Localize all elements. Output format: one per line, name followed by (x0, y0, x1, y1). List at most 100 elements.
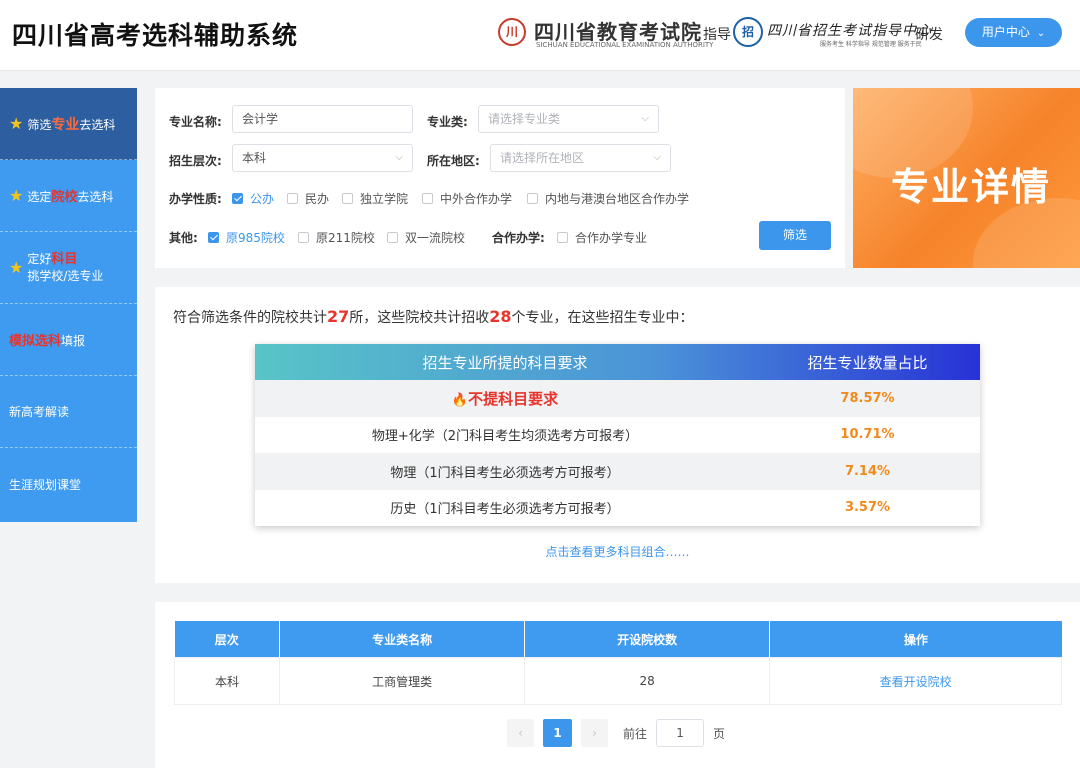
next-page-button[interactable]: › (581, 719, 608, 747)
cell-class-name: 工商管理类 (279, 657, 526, 705)
sidebar-item-filter-major[interactable]: ★ 筛选专业去选科 (0, 88, 137, 160)
header-subject: 招生专业所提的科目要求 (422, 353, 588, 372)
result-panel: 符合筛选条件的院校共计27所，这些院校共计招收28个专业，在这些招生专业中： 招… (155, 287, 1080, 583)
goto-label: 前往 (623, 726, 648, 741)
other-label: 其他: (169, 231, 198, 245)
checkbox-icon (557, 232, 568, 243)
header: 四川省高考选科辅助系统 川 四川省教育考试院 SICHUAN EDUCATION… (0, 0, 1080, 71)
table-row: 🔥不提科目要求 78.57% (255, 380, 980, 417)
nature-option-public[interactable]: 公办 (232, 190, 274, 207)
checkbox-icon (422, 193, 433, 204)
user-center-button[interactable]: 用户中心 ⌄ (965, 18, 1062, 47)
star-icon: ★ (9, 114, 24, 133)
nature-label: 办学性质: (169, 192, 222, 206)
requirement-subject: 不提科目要求 (468, 389, 559, 408)
prev-page-button[interactable]: ‹ (507, 719, 534, 747)
cell-school-count: 28 (524, 657, 771, 705)
goto-page-input[interactable]: 1 (656, 719, 705, 747)
requirement-ratio: 10.71% (840, 427, 895, 443)
level-select[interactable]: 本科 ⌵ (232, 144, 413, 172)
other-option-double-first-class[interactable]: 双一流院校 (387, 229, 465, 246)
column-header-level: 层次 (174, 621, 281, 658)
guidance-center-name: 四川省招生考试指导中心 (767, 23, 932, 39)
other-option-211[interactable]: 原211院校 (298, 229, 375, 246)
level-label: 招生层次: (169, 154, 222, 168)
requirement-ratio: 3.57% (844, 500, 891, 516)
table-row: 历史（1门科目考生必须选考方可报考） 3.57% (255, 490, 980, 527)
subject-requirement-header: 招生专业所提的科目要求 招生专业数量占比 (255, 344, 980, 380)
cell-level: 本科 (173, 657, 281, 705)
guide-text: 指导 (703, 27, 731, 43)
checkbox-icon (342, 193, 353, 204)
sidebar-item-label: 选定院校去选科 (27, 190, 114, 205)
page-unit-label: 页 (713, 726, 726, 741)
requirement-ratio: 7.14% (844, 463, 891, 479)
star-icon: ★ (9, 186, 24, 205)
filter-panel: 专业名称: 会计学 专业类: 请选择专业类 ⌵ 招生层次: 本科 ⌵ 所在地区:… (155, 88, 845, 268)
pagination: ‹ 1 › 前往 1 页 (507, 719, 725, 747)
nature-option-sino-foreign[interactable]: 中外合作办学 (422, 190, 512, 207)
nature-option-private[interactable]: 民办 (287, 190, 329, 207)
column-header-action: 操作 (769, 621, 1062, 658)
major-list-panel: 层次 专业类名称 开设院校数 操作 本科 工商管理类 28 查看开设院校 ‹ 1… (155, 602, 1080, 768)
sidebar-item-choose-school[interactable]: ★ 选定院校去选科 (0, 160, 137, 232)
school-count: 27 (327, 307, 350, 326)
coop-label: 合作办学: (492, 231, 545, 245)
region-select[interactable]: 请选择所在地区 ⌵ (490, 144, 671, 172)
major-name-input[interactable]: 会计学 (232, 105, 413, 133)
requirement-subject: 物理+化学（2门科目考生均须选考方可报考） (371, 429, 639, 445)
sidebar-item-choose-subjects[interactable]: ★ 定好科目 挑学校/选专业 (0, 232, 137, 304)
checkbox-icon (527, 193, 538, 204)
column-header-school-count: 开设院校数 (524, 621, 771, 658)
develop-text: 研发 (915, 27, 943, 43)
sidebar-item-label: 筛选专业去选科 (27, 116, 116, 133)
sidebar-item-new-gaokao[interactable]: 新高考解读 (0, 376, 137, 448)
major-count: 28 (489, 307, 512, 326)
header-ratio: 招生专业数量占比 (807, 353, 928, 372)
sidebar-item-label: 生涯规划课堂 (9, 477, 82, 492)
fire-icon: 🔥 (451, 392, 469, 408)
chevron-down-icon: ⌵ (395, 152, 403, 163)
app-title: 四川省高考选科辅助系统 (12, 21, 299, 50)
sidebar-item-label: 新高考解读 (9, 405, 70, 419)
checkbox-checked-icon (208, 232, 219, 243)
sidebar-item-label: 模拟选科填报 (9, 334, 86, 349)
user-center-label: 用户中心 (981, 25, 1030, 39)
region-label: 所在地区: (427, 154, 480, 168)
checkbox-icon (287, 193, 298, 204)
subject-requirement-table: 招生专业所提的科目要求 招生专业数量占比 🔥不提科目要求 78.57% 物理+化… (255, 344, 980, 526)
sidebar-item-career[interactable]: 生涯规划课堂 (0, 448, 137, 520)
major-name-label: 专业名称: (169, 115, 222, 129)
nature-option-hk-macau-tw[interactable]: 内地与港澳台地区合作办学 (527, 190, 689, 207)
major-class-label: 专业类: (427, 115, 468, 129)
major-class-select[interactable]: 请选择专业类 ⌵ (478, 105, 659, 133)
column-header-class-name: 专业类名称 (279, 621, 526, 658)
banner-title: 专业详情 (891, 165, 1052, 209)
page-number-current[interactable]: 1 (543, 719, 572, 747)
checkbox-icon (298, 232, 309, 243)
sidebar-item-label: 定好科目 挑学校/选专业 (27, 252, 104, 283)
more-combinations-link[interactable]: 点击查看更多科目组合…… (155, 543, 1080, 560)
checkbox-checked-icon (232, 193, 243, 204)
other-option-985[interactable]: 原985院校 (208, 229, 285, 246)
filter-submit-button[interactable]: 筛选 (759, 221, 831, 250)
checkbox-icon (387, 232, 398, 243)
guidance-center-logo-icon: 招 (733, 17, 763, 47)
exam-authority-english-name: SICHUAN EDUCATIONAL EXAMINATION AUTHORIT… (536, 41, 714, 49)
result-summary: 符合筛选条件的院校共计27所，这些院校共计招收28个专业，在这些招生专业中： (173, 307, 694, 326)
sidebar-item-mock-fill[interactable]: 模拟选科填报 (0, 304, 137, 376)
table-row: 本科 工商管理类 28 查看开设院校 (173, 657, 1062, 705)
view-schools-link[interactable]: 查看开设院校 (769, 657, 1062, 705)
exam-authority-logo-icon: 川 (498, 18, 526, 46)
table-header-row: 层次 专业类名称 开设院校数 操作 (174, 621, 1062, 658)
coop-option-major[interactable]: 合作办学专业 (557, 229, 647, 246)
requirement-ratio: 78.57% (840, 390, 895, 406)
major-list-table: 层次 专业类名称 开设院校数 操作 本科 工商管理类 28 查看开设院校 (173, 621, 1062, 705)
table-row: 物理（1门科目考生必须选考方可报考） 7.14% (255, 453, 980, 490)
sidebar: ★ 筛选专业去选科 ★ 选定院校去选科 ★ 定好科目 挑学校/选专业 模拟选科填… (0, 88, 137, 522)
requirement-subject: 物理（1门科目考生必须选考方可报考） (390, 465, 620, 481)
chevron-down-icon: ⌵ (653, 152, 661, 163)
major-detail-banner[interactable]: 专业详情 (853, 88, 1080, 268)
nature-option-independent[interactable]: 独立学院 (342, 190, 408, 207)
requirement-subject: 历史（1门科目考生必须选考方可报考） (390, 502, 620, 518)
